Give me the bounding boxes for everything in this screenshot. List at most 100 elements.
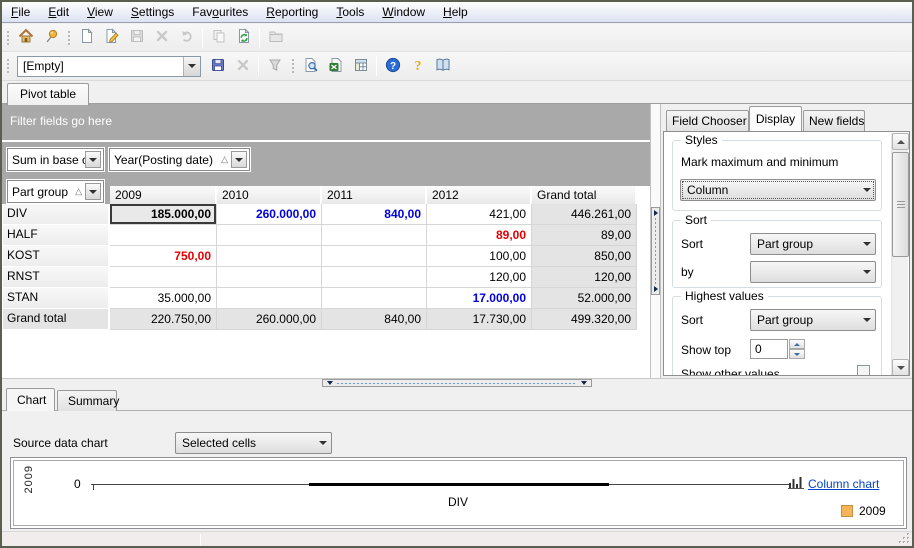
pivot-cell[interactable]: 840,00	[322, 309, 427, 330]
menu-settings[interactable]: Settings	[122, 2, 183, 22]
pivot-cell[interactable]: 185.000,00	[110, 204, 217, 225]
spin-up-button[interactable]	[789, 339, 805, 349]
highest-values-group: Highest values Sort Part group Show top …	[672, 289, 882, 375]
row-label[interactable]: HALF	[3, 225, 110, 246]
pivot-cell[interactable]: 850,00	[532, 246, 637, 267]
pivot-cell[interactable]	[322, 246, 427, 267]
column-header-2009[interactable]: 2009	[110, 186, 217, 204]
tab-field-chooser[interactable]: Field Chooser	[666, 110, 749, 131]
pivot-cell[interactable]: 35.000,00	[110, 288, 217, 309]
pivot-cell[interactable]	[217, 267, 322, 288]
new-document-button[interactable]	[74, 26, 99, 50]
pivot-cell[interactable]: 120,00	[532, 267, 637, 288]
menu-tools[interactable]: Tools	[327, 2, 373, 22]
tab-chart[interactable]: Chart	[6, 388, 55, 411]
chevron-down-icon[interactable]	[85, 151, 101, 168]
pivot-cell[interactable]	[217, 246, 322, 267]
home-button[interactable]	[13, 26, 38, 50]
chevron-down-icon[interactable]	[85, 183, 101, 200]
pivot-cell[interactable]	[110, 225, 217, 246]
edit-document-button[interactable]	[99, 26, 124, 50]
pivot-cell[interactable]	[322, 288, 427, 309]
print-preview-button[interactable]	[298, 54, 323, 78]
help-button[interactable]: ?	[380, 54, 405, 78]
scroll-down-button[interactable]	[892, 359, 909, 375]
show-top-input[interactable]: 0	[750, 339, 788, 359]
horizontal-splitter-handle[interactable]	[322, 379, 592, 387]
pivot-cell[interactable]: 120,00	[427, 267, 532, 288]
mark-style-combo[interactable]: Column	[680, 179, 876, 201]
column-header-grand-total[interactable]: Grand total	[532, 186, 637, 204]
pivot-cell[interactable]: 52.000,00	[532, 288, 637, 309]
pivot-cell[interactable]: 260.000,00	[217, 309, 322, 330]
menu-window[interactable]: Window	[373, 2, 434, 22]
pivot-grid-button[interactable]	[348, 54, 373, 78]
tab-new-fields[interactable]: New fields	[803, 110, 865, 131]
data-field-button[interactable]: Sum in base cu	[7, 148, 104, 171]
scroll-up-button[interactable]	[892, 133, 909, 150]
scrollbar-thumb[interactable]	[892, 152, 909, 257]
pivot-cell[interactable]: 220.750,00	[110, 309, 217, 330]
column-header-2012[interactable]: 2012	[427, 186, 532, 204]
source-data-chart-combo[interactable]: Selected cells	[175, 432, 332, 454]
menu-view[interactable]: View	[78, 2, 122, 22]
pivot-cell[interactable]: 17.730,00	[427, 309, 532, 330]
row-label[interactable]: STAN	[3, 288, 110, 309]
pivot-cell[interactable]: 750,00	[110, 246, 217, 267]
pivot-cell[interactable]: 89,00	[532, 225, 637, 246]
highest-sort-combo[interactable]: Part group	[750, 309, 876, 331]
column-chart-link[interactable]: Column chart	[808, 477, 879, 491]
column-field-button[interactable]: Year(Posting date) △	[109, 148, 250, 171]
vertical-splitter[interactable]	[650, 104, 661, 378]
row-label[interactable]: KOST	[3, 246, 110, 267]
menu-help[interactable]: Help	[434, 2, 477, 22]
sort-field-combo[interactable]: Part group	[750, 233, 876, 255]
refresh-button[interactable]	[231, 26, 256, 50]
panel-scrollbar[interactable]	[891, 133, 909, 375]
row-label[interactable]: DIV	[3, 204, 110, 225]
row-label[interactable]: Grand total	[3, 309, 110, 330]
pivot-cell[interactable]	[110, 267, 217, 288]
menu-file[interactable]: File	[2, 2, 39, 22]
menu-edit[interactable]: Edit	[39, 2, 78, 22]
horizontal-splitter[interactable]	[2, 378, 912, 387]
pivot-cell[interactable]: 260.000,00	[217, 204, 322, 225]
show-other-checkbox[interactable]	[857, 365, 870, 375]
row-label[interactable]: RNST	[3, 267, 110, 288]
chevron-down-icon[interactable]	[231, 151, 247, 168]
pivot-cell[interactable]: 17.000,00	[427, 288, 532, 309]
save-button[interactable]	[205, 54, 230, 78]
tab-display[interactable]: Display	[749, 106, 802, 131]
pivot-cell[interactable]: 446.261,00	[532, 204, 637, 225]
manual-button[interactable]	[430, 54, 455, 78]
tab-summary[interactable]: Summary	[57, 390, 120, 411]
export-excel-button[interactable]	[323, 54, 348, 78]
sort-by-combo[interactable]	[750, 261, 876, 283]
column-header-2010[interactable]: 2010	[217, 186, 322, 204]
pivot-cell[interactable]	[322, 267, 427, 288]
highest-sort-value: Part group	[757, 313, 814, 327]
pivot-cell[interactable]	[217, 288, 322, 309]
pivot-cell[interactable]: 499.320,00	[532, 309, 637, 330]
pivot-cell[interactable]: 840,00	[322, 204, 427, 225]
menu-favourites[interactable]: Favourites	[183, 2, 257, 22]
pivot-cell[interactable]: 89,00	[427, 225, 532, 246]
chevron-down-icon[interactable]	[183, 56, 200, 76]
row-field-button[interactable]: Part group △	[7, 180, 104, 203]
tab-pivot-table[interactable]: Pivot table	[7, 83, 90, 105]
resize-grip-icon[interactable]	[898, 532, 911, 545]
filter-drop-area[interactable]: Filter fields go here	[2, 104, 650, 186]
spin-down-button[interactable]	[789, 349, 805, 359]
layout-combo[interactable]: [Empty]	[17, 55, 201, 77]
pivot-cell[interactable]: 100,00	[427, 246, 532, 267]
help-icon: ?	[385, 57, 401, 76]
pivot-cell[interactable]: 421,00	[427, 204, 532, 225]
pin-button[interactable]	[38, 26, 63, 50]
column-header-2011[interactable]: 2011	[322, 186, 427, 204]
context-help-button[interactable]: ?	[405, 54, 430, 78]
pivot-cell[interactable]	[217, 225, 322, 246]
menu-reporting[interactable]: Reporting	[257, 2, 327, 22]
vertical-splitter-handle[interactable]	[651, 207, 660, 295]
tab-summary-label: Summary	[68, 394, 120, 408]
pivot-cell[interactable]	[322, 225, 427, 246]
